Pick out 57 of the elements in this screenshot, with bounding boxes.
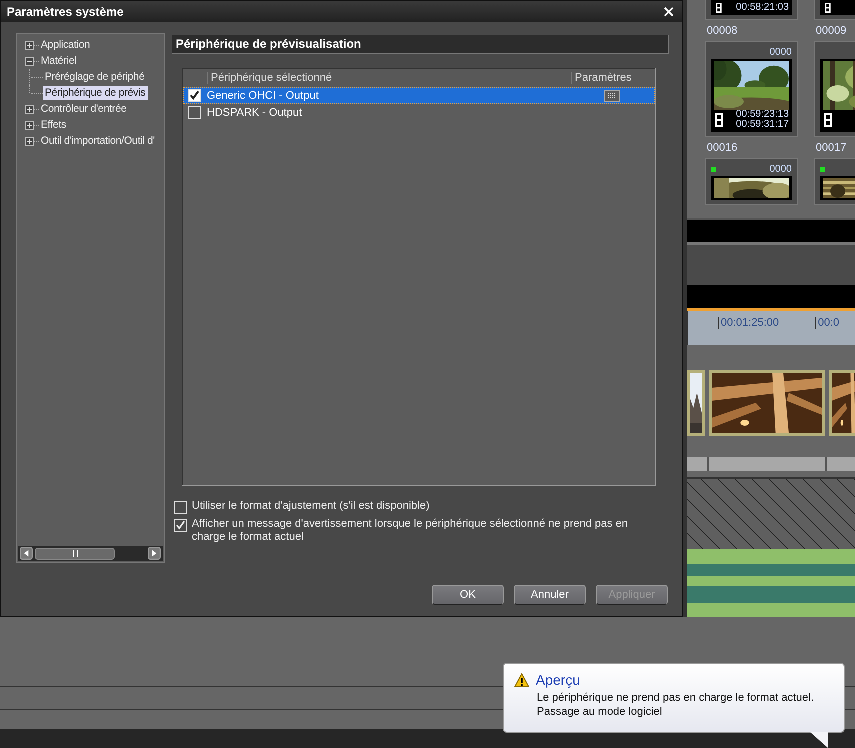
clip-label: 00016 <box>706 142 739 154</box>
device-name: HDSPARK - Output <box>207 106 304 118</box>
film-strip-icon <box>714 2 724 12</box>
option-label: Utiliser le format d'ajustement (s'il est disponible) <box>192 500 431 513</box>
balloon-tail <box>810 732 830 748</box>
device-row[interactable]: Generic OHCI - Output <box>183 87 655 104</box>
balloon-title: Aperçu <box>536 672 580 688</box>
clip-card[interactable]: 00:58:21:03 <box>705 0 798 20</box>
balloon-message: Passage au mode logiciel <box>536 705 664 719</box>
timecode: 00:59:31:17 <box>736 120 789 130</box>
device-name: Generic OHCI - Output <box>207 90 320 102</box>
expand-icon[interactable] <box>25 120 34 130</box>
timecode: 00:59:23:13 <box>736 110 789 120</box>
film-strip-icon <box>823 2 833 12</box>
clip-label: 00017 <box>815 142 848 154</box>
scroll-right-icon[interactable] <box>148 547 161 560</box>
collapse-icon[interactable] <box>25 56 34 66</box>
tree-item[interactable]: Outil d'importation/Outil d' <box>39 134 157 148</box>
timecode: 00:58:21:03 <box>736 2 789 12</box>
window-title: Paramètres système <box>7 4 124 18</box>
scroll-left-icon[interactable] <box>20 547 33 560</box>
film-strip-icon <box>714 113 724 127</box>
dialog-button[interactable]: Annuler <box>514 585 586 605</box>
ruler-timecode: 00:0 <box>815 317 840 329</box>
clip-label: 00009 <box>815 25 848 37</box>
checkbox[interactable] <box>174 519 187 532</box>
tree-item[interactable]: Effets <box>39 118 68 132</box>
horizontal-scrollbar[interactable] <box>18 546 163 561</box>
section-title: Périphérique de prévisualisation <box>172 35 669 54</box>
clip-card[interactable]: 0000 00:59:23:13 00:59:31:17 <box>705 41 798 137</box>
expand-icon[interactable] <box>25 40 34 50</box>
tree-item[interactable]: Périphérique de prévis <box>43 86 148 100</box>
clip-count: 0000 <box>770 46 792 58</box>
clip-label: 00008 <box>706 25 739 37</box>
dialog-button[interactable]: OK <box>432 585 504 605</box>
checkbox[interactable] <box>188 106 201 119</box>
column-header[interactable]: Périphérique sélectionné <box>207 72 571 84</box>
device-row[interactable]: HDSPARK - Output <box>183 104 655 121</box>
tree-item[interactable]: Matériel <box>39 54 79 68</box>
tree-item[interactable]: Préréglage de périphé <box>43 70 147 84</box>
option-label: Afficher un message d'avertissement lorsque le périphérique sélectionné ne prend pas en charge le format actuel <box>192 518 630 544</box>
clip-card[interactable]: 0000 <box>705 158 798 205</box>
timeline-ruler[interactable]: 00:01:25:00 00:0 <box>687 311 855 345</box>
tree-item[interactable]: Contrôleur d'entrée <box>39 102 129 116</box>
balloon-message: Le périphérique ne prend pas en charge le format actuel. <box>536 691 816 705</box>
expand-icon[interactable] <box>25 136 34 146</box>
checkbox[interactable] <box>174 501 187 514</box>
tree-item[interactable]: Application <box>39 38 92 52</box>
expand-icon[interactable] <box>25 104 34 114</box>
clip-count: 0000 <box>770 164 792 174</box>
close-icon[interactable] <box>664 6 674 16</box>
film-strip-icon <box>823 113 833 127</box>
ruler-timecode: 00:01:25:00 <box>718 317 780 329</box>
column-header[interactable]: Paramètres <box>571 72 655 84</box>
settings-icon[interactable] <box>604 90 620 102</box>
warning-icon <box>514 672 530 688</box>
checkbox[interactable] <box>188 89 201 102</box>
